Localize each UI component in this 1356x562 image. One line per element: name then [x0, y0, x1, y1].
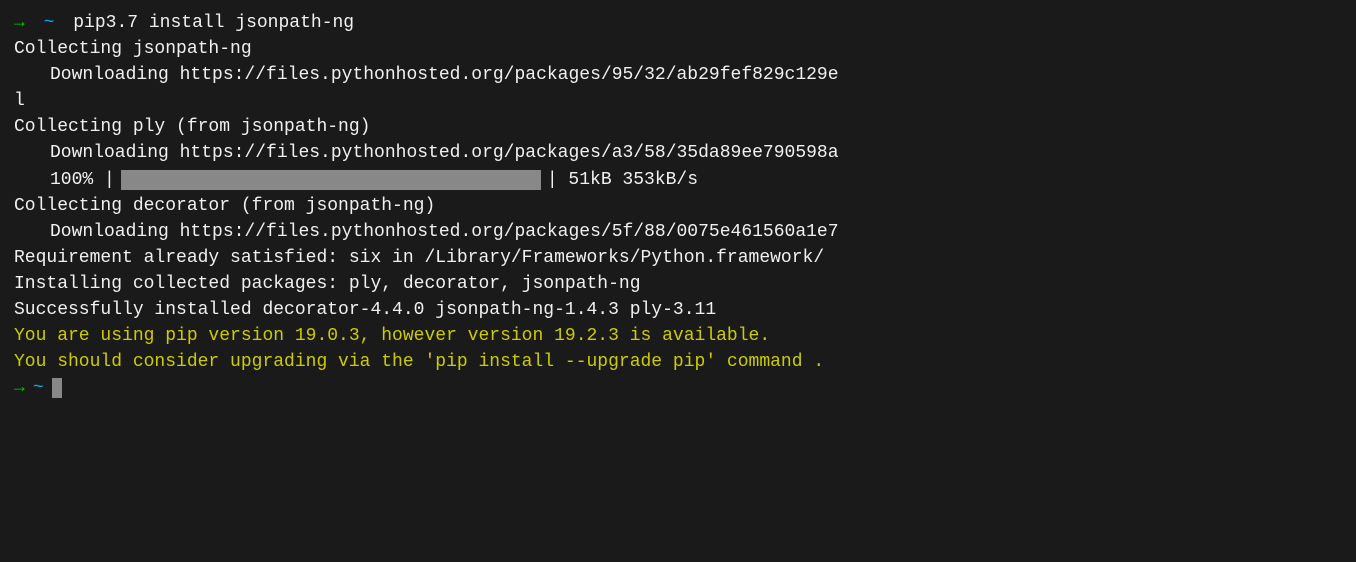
prompt-space2 [58, 10, 69, 36]
command-line: → ~ pip3.7 install jsonpath-ng [14, 10, 1342, 36]
warning-line-1: You are using pip version 19.0.3, howeve… [14, 323, 1342, 349]
progress-size: | 51kB 353kB/s [547, 167, 698, 193]
output-line-10: Successfully installed decorator-4.4.0 j… [14, 297, 1342, 323]
prompt-space [29, 10, 40, 36]
output-line-9: Installing collected packages: ply, deco… [14, 271, 1342, 297]
output-text-2: Downloading https://files.pythonhosted.o… [50, 62, 839, 88]
warning-line-2: You should consider upgrading via the 'p… [14, 349, 1342, 375]
output-text-10: Successfully installed decorator-4.4.0 j… [14, 297, 716, 323]
prompt-arrow: → [14, 10, 25, 36]
prompt-arrow-2: → [14, 375, 25, 401]
output-line-8: Requirement already satisfied: six in /L… [14, 245, 1342, 271]
terminal-window: → ~ pip3.7 install jsonpath-ng Collectin… [0, 0, 1356, 562]
output-line-7: Downloading https://files.pythonhosted.o… [14, 219, 1342, 245]
output-line-4: Collecting ply (from jsonpath-ng) [14, 114, 1342, 140]
output-text-5: Downloading https://files.pythonhosted.o… [50, 140, 839, 166]
progress-percent: 100% | [50, 167, 115, 193]
output-text-3: l [14, 88, 25, 114]
progress-bar-line: 100% | | 51kB 353kB/s [14, 167, 1342, 193]
prompt-tilde: ~ [44, 10, 55, 36]
output-text-4: Collecting ply (from jsonpath-ng) [14, 114, 370, 140]
progress-bar-fill [121, 170, 541, 190]
terminal-cursor [52, 378, 62, 398]
output-line-3: l [14, 88, 1342, 114]
output-text-7: Downloading https://files.pythonhosted.o… [50, 219, 839, 245]
prompt-tilde-2: ~ [33, 375, 44, 401]
output-text-8: Requirement already satisfied: six in /L… [14, 245, 824, 271]
output-text-9: Installing collected packages: ply, deco… [14, 271, 641, 297]
output-line-6: Collecting decorator (from jsonpath-ng) [14, 193, 1342, 219]
output-line-2: Downloading https://files.pythonhosted.o… [14, 62, 1342, 88]
command-text: pip3.7 install jsonpath-ng [73, 10, 354, 36]
output-line-5: Downloading https://files.pythonhosted.o… [14, 140, 1342, 166]
output-text-6: Collecting decorator (from jsonpath-ng) [14, 193, 435, 219]
warning-text-2: You should consider upgrading via the 'p… [14, 349, 824, 375]
empty-prompt-line: → ~ [14, 375, 1342, 401]
output-line-1: Collecting jsonpath-ng [14, 36, 1342, 62]
warning-text-1: You are using pip version 19.0.3, howeve… [14, 323, 770, 349]
output-text-1: Collecting jsonpath-ng [14, 36, 252, 62]
